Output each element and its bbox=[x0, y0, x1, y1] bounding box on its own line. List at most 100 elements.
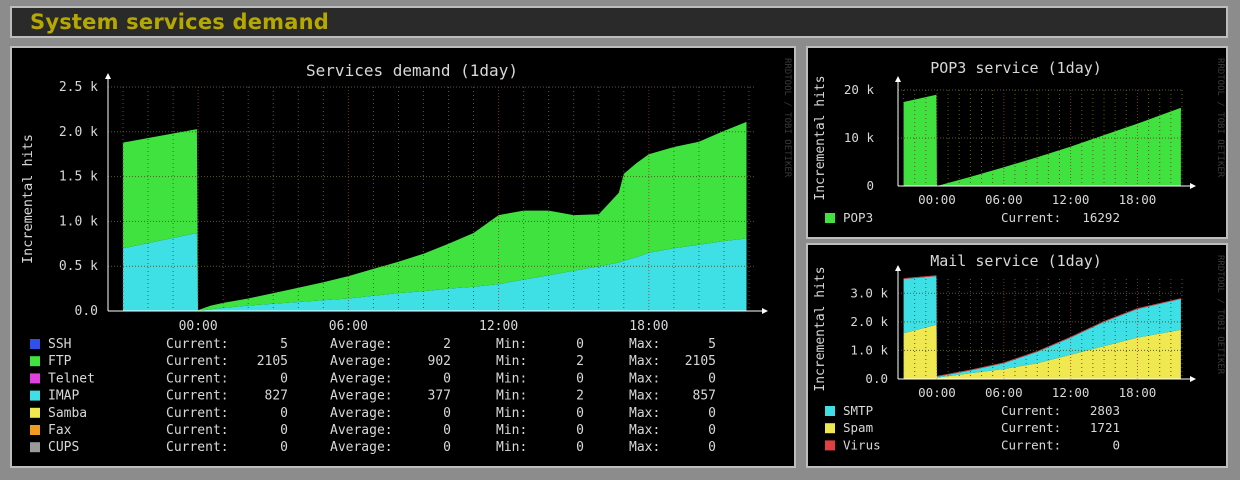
main-legend-telnet-average-value: 0 bbox=[443, 371, 451, 386]
main-legend-imap-min-label: Min: bbox=[496, 389, 527, 404]
main-legend-ssh-average-label: Average: bbox=[330, 337, 393, 352]
main-legend-fax-min-label: Min: bbox=[496, 423, 527, 438]
mail-x-tick-label: 00:00 bbox=[918, 385, 956, 400]
main-legend-imap-average-label: Average: bbox=[330, 389, 393, 404]
main-legend-samba-min-label: Min: bbox=[496, 406, 527, 421]
main-legend-telnet-current-label: Current: bbox=[166, 371, 229, 386]
main-legend-samba-max-label: Max: bbox=[629, 406, 660, 421]
mail-x-axis-arrow bbox=[1190, 376, 1196, 382]
main-legend-fax-swatch bbox=[30, 425, 40, 435]
main-legend-samba-swatch bbox=[30, 407, 40, 418]
pop3-plot-area bbox=[903, 94, 1181, 186]
main-legend-telnet-average-label: Average: bbox=[330, 371, 393, 386]
main-legend-samba-current-value: 0 bbox=[280, 406, 288, 421]
main-y-tick-label: 1.0 k bbox=[59, 214, 98, 229]
pop3-x-tick-label: 00:00 bbox=[918, 192, 956, 207]
mail-y-axis-arrow bbox=[895, 265, 901, 271]
main-legend-ssh-max-value: 5 bbox=[708, 337, 716, 352]
main-x-tick-label: 06:00 bbox=[329, 319, 368, 334]
main-y-tick-label: 0.5 k bbox=[59, 259, 98, 274]
main-legend-cups-current-label: Current: bbox=[166, 440, 229, 455]
main-legend-ftp-swatch bbox=[30, 356, 40, 367]
mail-x-tick-label: 18:00 bbox=[1119, 385, 1157, 400]
main-legend-telnet-name: Telnet bbox=[48, 371, 95, 386]
main-legend-telnet-max-label: Max: bbox=[629, 371, 660, 386]
mail-legend-virus-swatch bbox=[825, 440, 835, 451]
page-header: System services demand bbox=[10, 6, 1228, 38]
pop3-y-axis-label: Incremental hits bbox=[813, 75, 828, 200]
main-y-axis-label: Incremental hits bbox=[20, 134, 36, 264]
main-x-tick-label: 18:00 bbox=[629, 319, 668, 334]
main-legend-samba-max-value: 0 bbox=[708, 406, 716, 421]
main-legend-cups-current-value: 0 bbox=[280, 440, 288, 455]
services-demand-chart: Services demand (1day) RRDTOOL / TOBI OET… bbox=[20, 58, 792, 455]
main-legend-imap-name: IMAP bbox=[48, 389, 79, 404]
mail-legend-virus-name: Virus bbox=[843, 437, 881, 452]
main-legend-ssh-min-value: 0 bbox=[576, 337, 584, 352]
main-legend-ssh-min-label: Min: bbox=[496, 337, 527, 352]
main-legend-ftp-max-label: Max: bbox=[629, 354, 660, 369]
main-legend-ssh-current-label: Current: bbox=[166, 337, 229, 352]
main-x-axis-arrow bbox=[762, 308, 768, 314]
main-legend-ftp-min-value: 2 bbox=[576, 354, 584, 369]
main-legend-telnet-min-value: 0 bbox=[576, 371, 584, 386]
mail-plot-area bbox=[903, 275, 1181, 379]
main-legend-samba-average-value: 0 bbox=[443, 406, 451, 421]
main-legend-ftp-current-label: Current: bbox=[166, 354, 229, 369]
main-legend-samba-average-label: Average: bbox=[330, 406, 393, 421]
main-legend-telnet-current-value: 0 bbox=[280, 371, 288, 386]
pop3-chart-title: POP3 service (1day) bbox=[930, 59, 1102, 77]
mail-legend-spam-name: Spam bbox=[843, 420, 873, 435]
main-legend-imap-current-label: Current: bbox=[166, 389, 229, 404]
main-legend-cups-swatch bbox=[30, 442, 40, 453]
main-legend-fax-name: Fax bbox=[48, 423, 72, 438]
pop3-legend-pop3-current-value: 16292 bbox=[1082, 210, 1120, 225]
main-y-tick-label: 1.5 k bbox=[59, 170, 98, 185]
main-legend-fax-max-value: 0 bbox=[708, 423, 716, 438]
main-chart-title: Services demand (1day) bbox=[306, 61, 518, 80]
mail-legend-smtp-current-label: Current: bbox=[1001, 403, 1061, 418]
main-legend-ftp-min-label: Min: bbox=[496, 354, 527, 369]
main-legend-ftp-average-value: 902 bbox=[428, 354, 451, 369]
main-legend-telnet-min-label: Min: bbox=[496, 371, 527, 386]
pop3-y-tick-label: 10 k bbox=[844, 130, 875, 145]
mail-y-tick-label: 0.0 bbox=[865, 371, 888, 386]
mail-legend-smtp-name: SMTP bbox=[843, 403, 873, 418]
main-legend-ftp-current-value: 2105 bbox=[257, 354, 288, 369]
main-legend-cups-average-label: Average: bbox=[330, 440, 393, 455]
pop3-x-tick-label: 12:00 bbox=[1052, 192, 1090, 207]
pop3-x-tick-label: 06:00 bbox=[985, 192, 1023, 207]
main-legend-ftp-average-label: Average: bbox=[330, 354, 393, 369]
main-legend-fax-min-value: 0 bbox=[576, 423, 584, 438]
main-legend-imap-swatch bbox=[30, 390, 40, 401]
main-legend-fax-average-label: Average: bbox=[330, 423, 393, 438]
pop3-service-panel: POP3 service (1day) RRDTOOL / TOBI OETIKE… bbox=[806, 46, 1228, 239]
pop3-y-tick-label: 0 bbox=[866, 178, 874, 193]
pop3-watermark: RRDTOOL / TOBI OETIKER bbox=[1215, 58, 1225, 178]
mail-chart-title: Mail service (1day) bbox=[930, 252, 1102, 270]
main-legend-cups-min-value: 0 bbox=[576, 440, 584, 455]
mail-legend-spam-current-label: Current: bbox=[1001, 420, 1061, 435]
pop3-x-axis-arrow bbox=[1190, 183, 1196, 189]
main-legend-telnet-max-value: 0 bbox=[708, 371, 716, 386]
main-legend-cups-min-label: Min: bbox=[496, 440, 527, 455]
mail-watermark: RRDTOOL / TOBI OETIKER bbox=[1215, 255, 1225, 375]
main-legend-ssh-name: SSH bbox=[48, 337, 71, 352]
mail-legend-smtp-swatch bbox=[825, 406, 835, 416]
main-legend-cups-name: CUPS bbox=[48, 440, 79, 455]
main-legend-fax-average-value: 0 bbox=[443, 423, 451, 438]
main-y-axis-arrow bbox=[105, 73, 111, 79]
mail-service-chart: Mail service (1day) RRDTOOL / TOBI OETIKE… bbox=[813, 252, 1225, 452]
mail-legend-spam-swatch bbox=[825, 423, 835, 434]
main-legend-cups-max-label: Max: bbox=[629, 440, 660, 455]
page-title: System services demand bbox=[30, 10, 329, 34]
main-y-tick-label: 0.0 bbox=[75, 304, 98, 319]
pop3-legend-pop3-current-label: Current: bbox=[1001, 210, 1061, 225]
main-legend-ftp-max-value: 2105 bbox=[685, 354, 716, 369]
main-y-tick-label: 2.5 k bbox=[59, 80, 98, 95]
mail-y-tick-label: 2.0 k bbox=[850, 314, 888, 329]
pop3-series-pop3-area bbox=[903, 94, 1181, 186]
main-legend-fax-current-label: Current: bbox=[166, 423, 229, 438]
main-legend-fax-current-value: 0 bbox=[280, 423, 288, 438]
mail-legend-smtp-current-value: 2803 bbox=[1090, 403, 1120, 418]
